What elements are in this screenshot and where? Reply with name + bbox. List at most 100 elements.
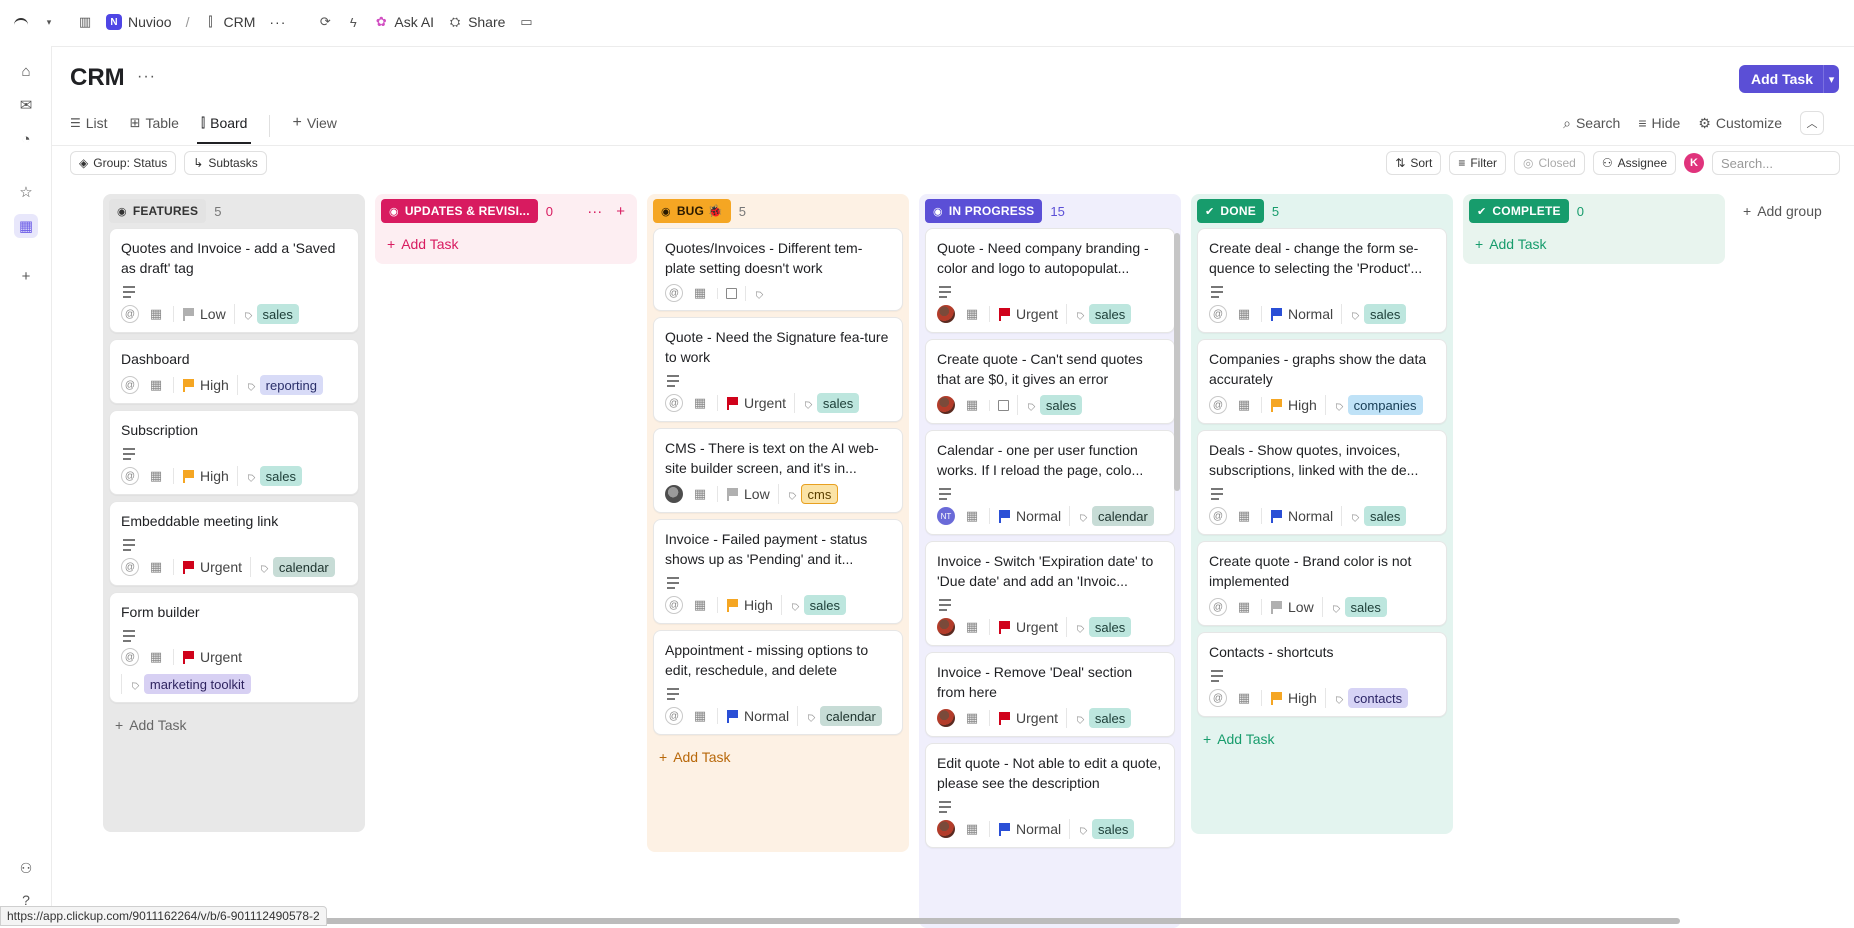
assign-user-icon[interactable]: @: [665, 707, 683, 725]
automations-icon[interactable]: ⟳: [318, 14, 332, 29]
due-date-icon[interactable]: ▦: [963, 396, 981, 414]
status-badge[interactable]: ◉ UPDATES & REVISI...: [381, 199, 538, 223]
priority[interactable]: Normal: [717, 708, 789, 724]
tab-list[interactable]: ☰ List: [70, 108, 108, 138]
spaces-icon[interactable]: ▦: [14, 214, 38, 238]
due-date-icon[interactable]: ▦: [963, 507, 981, 525]
add-group-button[interactable]: + Add group: [1743, 203, 1822, 219]
status-badge[interactable]: ✔ DONE: [1197, 199, 1264, 223]
due-date-icon[interactable]: ▦: [691, 707, 709, 725]
assign-user-icon[interactable]: @: [121, 467, 139, 485]
filter-button[interactable]: ≡ Filter: [1449, 151, 1507, 175]
tags[interactable]: ⌂: [745, 285, 766, 301]
search-button[interactable]: ⌕ Search: [1563, 115, 1620, 132]
tag-chip[interactable]: contacts: [1347, 688, 1409, 708]
column-header[interactable]: ✔ DONE 5: [1197, 194, 1447, 228]
add-task-button[interactable]: Add Task ▾: [1739, 65, 1839, 93]
tag-chip[interactable]: sales: [816, 393, 860, 413]
tag-chip[interactable]: sales: [1363, 506, 1407, 526]
task-card[interactable]: Calendar - one per user function works. …: [925, 430, 1175, 535]
due-date-icon[interactable]: ▦: [963, 618, 981, 636]
favorites-icon[interactable]: ☆: [14, 180, 38, 204]
due-date-icon[interactable]: ▦: [1235, 598, 1253, 616]
group-by-button[interactable]: ◈ Group: Status: [70, 151, 177, 175]
add-task-link[interactable]: + Add Task: [381, 228, 631, 260]
task-card[interactable]: Quote - Need company branding - color an…: [925, 228, 1175, 333]
due-date-icon[interactable]: ▦: [147, 376, 165, 394]
task-card[interactable]: Edit quote - Not able to edit a quote, p…: [925, 743, 1175, 848]
priority[interactable]: Low: [173, 306, 226, 322]
add-task-link[interactable]: + Add Task: [1469, 228, 1719, 260]
task-card[interactable]: Create quote - Brand color is not implem…: [1197, 541, 1447, 626]
share-button[interactable]: ⛭ Share: [448, 14, 506, 30]
task-card[interactable]: Deals - Show quotes, invoices, subscript…: [1197, 430, 1447, 535]
invite-user-icon[interactable]: ⚇: [14, 856, 38, 880]
add-task-link[interactable]: + Add Task: [1197, 723, 1447, 755]
task-card[interactable]: Quote - Need the Signature fea-ture to w…: [653, 317, 903, 422]
assignee-avatar[interactable]: [937, 396, 955, 414]
tag-chip[interactable]: sales: [1039, 395, 1083, 415]
tag-chip[interactable]: sales: [803, 595, 847, 615]
tags[interactable]: ⌂ companies: [1324, 395, 1423, 415]
assignee-avatar[interactable]: NT: [937, 507, 955, 525]
workspace-switcher[interactable]: ▾: [14, 15, 56, 29]
column-scrollbar[interactable]: [1174, 233, 1180, 491]
tag-chip[interactable]: sales: [1088, 708, 1132, 728]
assign-user-icon[interactable]: @: [1209, 598, 1227, 616]
due-date-icon[interactable]: ▦: [1235, 305, 1253, 323]
column-header[interactable]: ◉ FEATURES 5: [109, 194, 359, 228]
priority[interactable]: Normal: [989, 508, 1061, 524]
priority[interactable]: Urgent: [989, 306, 1058, 322]
due-date-icon[interactable]: ▦: [147, 305, 165, 323]
tags[interactable]: ⌂ reporting: [236, 375, 323, 395]
tags[interactable]: ⌂ sales: [1069, 819, 1135, 839]
tags[interactable]: ⌂ calendar: [250, 557, 335, 577]
add-task-link[interactable]: + Add Task: [653, 741, 903, 773]
status-badge[interactable]: ◉ BUG 🐞: [653, 199, 731, 223]
assign-user-icon[interactable]: @: [121, 376, 139, 394]
priority[interactable]: [717, 287, 737, 299]
priority[interactable]: High: [173, 468, 229, 484]
plus-icon[interactable]: +: [616, 203, 625, 220]
task-card[interactable]: Create quote - Can't send quotes that ar…: [925, 339, 1175, 424]
task-card[interactable]: Embeddable meeting link @ ▦ Urgent ⌂ calendar: [109, 501, 359, 586]
due-date-icon[interactable]: ▦: [963, 709, 981, 727]
tag-chip[interactable]: sales: [256, 304, 299, 324]
tags[interactable]: ⌂ cms: [777, 484, 839, 504]
priority[interactable]: High: [1261, 397, 1317, 413]
tags[interactable]: ⌂ calendar: [797, 706, 882, 726]
task-card[interactable]: Quotes and Invoice - add a 'Saved as dra…: [109, 228, 359, 333]
due-date-icon[interactable]: ▦: [691, 394, 709, 412]
priority[interactable]: Urgent: [989, 619, 1058, 635]
tab-add-view[interactable]: + View: [292, 108, 336, 138]
task-card[interactable]: Companies - graphs show the data accurat…: [1197, 339, 1447, 424]
priority[interactable]: Low: [1261, 599, 1314, 615]
assign-user-icon[interactable]: @: [1209, 305, 1227, 323]
task-card[interactable]: Form builder @ ▦ Urgent ⌂ marketing toolkit: [109, 592, 359, 703]
tag-chip[interactable]: sales: [1091, 819, 1135, 839]
tag-chip[interactable]: companies: [1347, 395, 1423, 415]
assignee-avatar[interactable]: [665, 485, 683, 503]
assignee-avatar[interactable]: [937, 618, 955, 636]
tag-chip[interactable]: calendar: [272, 557, 335, 577]
tags[interactable]: ⌂ sales: [1341, 304, 1407, 324]
add-icon[interactable]: +: [14, 264, 38, 288]
tag-chip[interactable]: reporting: [259, 375, 323, 395]
assign-user-icon[interactable]: @: [1209, 689, 1227, 707]
priority[interactable]: Normal: [1261, 508, 1333, 524]
collapse-header-button[interactable]: ︿: [1800, 111, 1824, 135]
tags[interactable]: ⌂ sales: [794, 393, 860, 413]
priority[interactable]: Normal: [1261, 306, 1333, 322]
column-header[interactable]: ◉ IN PROGRESS 15: [925, 194, 1175, 228]
tags[interactable]: ⌂ sales: [1066, 304, 1132, 324]
more-icon[interactable]: ···: [587, 203, 602, 220]
customize-button[interactable]: ⚙ Customize: [1698, 115, 1782, 132]
tags[interactable]: ⌂ sales: [1341, 506, 1407, 526]
subtasks-button[interactable]: ↳ Subtasks: [184, 151, 267, 175]
priority[interactable]: High: [717, 597, 773, 613]
task-card[interactable]: CMS - There is text on the AI web-site b…: [653, 428, 903, 513]
assign-user-icon[interactable]: @: [1209, 507, 1227, 525]
tag-chip[interactable]: sales: [1344, 597, 1387, 617]
task-card[interactable]: Contacts - shortcuts @ ▦ High ⌂ contacts: [1197, 632, 1447, 717]
space-breadcrumb[interactable]: ⫿ CRM: [203, 14, 255, 30]
